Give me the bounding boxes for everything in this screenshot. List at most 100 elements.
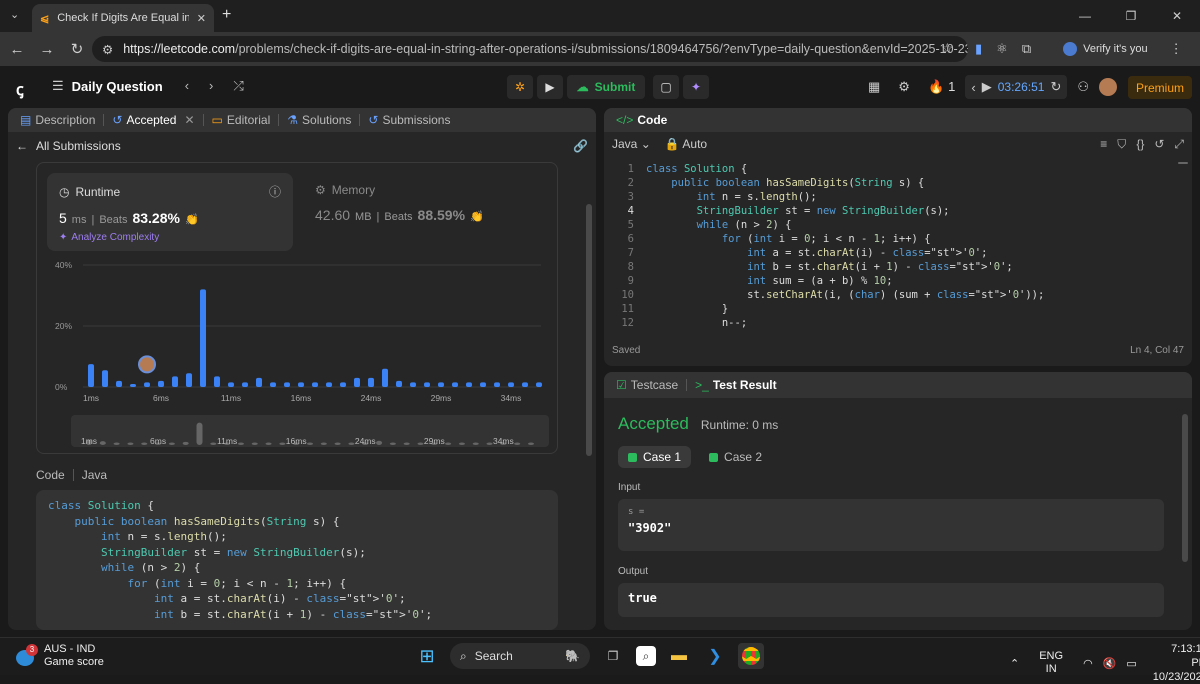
streak-counter[interactable]: 🔥 1 [928, 79, 955, 95]
next-problem-icon[interactable]: › [209, 78, 213, 94]
volume-muted-icon[interactable]: 🔇 [1103, 657, 1117, 670]
wifi-icon[interactable]: ◠ [1083, 657, 1093, 670]
language-indicator[interactable]: ENG IN [1039, 650, 1063, 676]
auto-mode[interactable]: 🔒 Auto [665, 137, 707, 151]
bookmark-star-icon[interactable]: ☆ [941, 40, 954, 57]
editor-scrollbar[interactable] [1178, 162, 1188, 164]
chart-bar[interactable] [494, 382, 500, 387]
chart-bar[interactable] [438, 382, 444, 387]
chart-bar[interactable] [452, 382, 458, 387]
menu-icon[interactable]: ⋮ [1170, 41, 1183, 57]
info-icon[interactable]: ⓘ [269, 183, 281, 200]
chart-bar[interactable] [116, 380, 122, 387]
vscode-icon[interactable]: ❯ [702, 643, 728, 669]
expand-icon[interactable]: ⤢ [1174, 137, 1184, 152]
chart-bar[interactable] [522, 382, 528, 387]
chart-bar[interactable] [354, 377, 360, 387]
user-avatar[interactable] [1099, 78, 1117, 96]
braces-icon[interactable]: {} [1136, 137, 1144, 152]
memory-card[interactable]: ⚙ Memory 42.60 MB | Beats 88.59% 👏 [303, 173, 549, 251]
run-button[interactable]: ▶ [537, 75, 563, 99]
prev-problem-icon[interactable]: ‹ [185, 78, 189, 94]
chart-bar[interactable] [508, 382, 514, 387]
forward-icon[interactable]: → [32, 41, 62, 58]
shuffle-icon[interactable]: ⤮ [233, 78, 243, 94]
chart-bar[interactable] [186, 373, 192, 387]
back-icon[interactable]: ← [2, 41, 32, 58]
chart-bar[interactable] [88, 364, 94, 387]
task-view-icon[interactable]: ❐ [600, 643, 626, 669]
minimize-icon[interactable]: — [1062, 0, 1108, 32]
timer-widget[interactable]: ‹ ▶ 03:26:51 ↻ [965, 75, 1068, 99]
link-icon[interactable]: 🔗 [573, 139, 588, 153]
chart-bar[interactable] [326, 382, 332, 387]
extension-doc-icon[interactable]: ▮ [975, 41, 982, 57]
debug-button[interactable]: ✲ [507, 75, 533, 99]
layout-icon[interactable]: ▦ [868, 79, 880, 95]
chart-bar[interactable] [172, 376, 178, 387]
analyze-complexity-link[interactable]: ✦ Analyze Complexity [59, 232, 281, 243]
file-explorer-icon[interactable]: ▬ [666, 643, 692, 669]
chart-bar[interactable] [130, 383, 136, 387]
case-2-tab[interactable]: Case 2 [699, 446, 772, 468]
tray-overflow-icon[interactable]: ⌃ [1010, 657, 1019, 670]
new-tab-icon[interactable]: + [222, 6, 231, 24]
settings-gear-icon[interactable]: ⚙ [898, 79, 910, 95]
chart-bar[interactable] [102, 370, 108, 387]
window-close-icon[interactable]: ✕ [1154, 0, 1200, 32]
reload-icon[interactable]: ↻ [62, 40, 92, 58]
daily-question-title[interactable]: Daily Question [72, 79, 163, 94]
problem-list-icon[interactable]: ☰ [52, 78, 64, 94]
chart-bar[interactable] [424, 382, 430, 387]
tab-test-result[interactable]: >_ Test Result [691, 378, 780, 392]
runtime-card[interactable]: ◷ Runtime ⓘ 5 ms | Beats 83.28% 👏 ✦ Anal… [47, 173, 293, 251]
chart-bar[interactable] [214, 376, 220, 387]
site-info-icon[interactable]: ⚙ [102, 42, 113, 57]
restore-icon[interactable]: ❐ [1108, 0, 1154, 32]
extension-react-icon[interactable]: ⚛ [996, 41, 1008, 57]
timer-collapse-icon[interactable]: ‹ [971, 80, 975, 95]
chart-bar[interactable] [284, 382, 290, 387]
add-friend-icon[interactable]: ⚇ [1077, 79, 1089, 95]
url-field[interactable]: ⚙ https://leetcode.com/problems/check-if… [92, 36, 968, 62]
chart-bar[interactable] [144, 382, 150, 387]
chart-bar[interactable] [270, 382, 276, 387]
case-1-tab[interactable]: Case 1 [618, 446, 692, 468]
clock[interactable]: 7:13:16 PM 10/23/2025 [1153, 642, 1200, 684]
chart-bar[interactable] [312, 382, 318, 387]
chart-bar[interactable] [382, 368, 388, 387]
timer-play-icon[interactable]: ▶ [982, 79, 992, 95]
taskbar-search[interactable]: ⌕ Search 🐘 [450, 643, 590, 669]
windows-start-icon[interactable]: ⊞ [414, 643, 440, 669]
chart-bar[interactable] [228, 382, 234, 387]
code-editor[interactable]: 1 class Solution {2 public boolean hasSam… [604, 162, 1192, 334]
chart-bar[interactable] [200, 289, 206, 387]
timer-reset-icon[interactable]: ↻ [1050, 79, 1061, 95]
language-select[interactable]: Java ⌄ [612, 137, 651, 151]
chart-bar[interactable] [480, 382, 486, 387]
profile-button[interactable]: Verify it's you [1063, 42, 1148, 56]
ai-assist-button[interactable]: ✦ [683, 75, 709, 99]
chart-bar[interactable] [368, 377, 374, 387]
tab-solutions[interactable]: ⚗ Solutions [283, 113, 355, 127]
chart-bar[interactable] [256, 377, 262, 387]
weather-widget[interactable]: 3 AUS - IND Game score [16, 643, 104, 669]
leetcode-logo-icon[interactable]: ꞔ [16, 78, 32, 99]
tab-code[interactable]: </> Code [612, 113, 671, 127]
left-panel-scrollbar[interactable] [586, 204, 592, 456]
chart-bar[interactable] [340, 382, 346, 387]
chart-bar[interactable] [536, 382, 542, 387]
tab-submissions[interactable]: ↺ Submissions [364, 113, 454, 127]
bookmark-icon[interactable]: ⛉ [1117, 137, 1126, 152]
chrome-icon[interactable] [738, 643, 764, 669]
battery-icon[interactable]: ▭ [1126, 657, 1136, 670]
chart-bar[interactable] [396, 380, 402, 387]
tab-accepted[interactable]: ↺ Accepted ✕ [108, 113, 198, 127]
test-panel-scrollbar[interactable] [1182, 414, 1188, 562]
tab-testcase[interactable]: ☑ Testcase [612, 378, 682, 392]
format-icon[interactable]: ≡ [1100, 137, 1107, 152]
premium-button[interactable]: Premium [1128, 76, 1192, 99]
extensions-icon[interactable]: ⧉ [1022, 41, 1031, 57]
search-app-icon[interactable]: ⌕ [636, 646, 656, 666]
chart-bar[interactable] [158, 380, 164, 387]
